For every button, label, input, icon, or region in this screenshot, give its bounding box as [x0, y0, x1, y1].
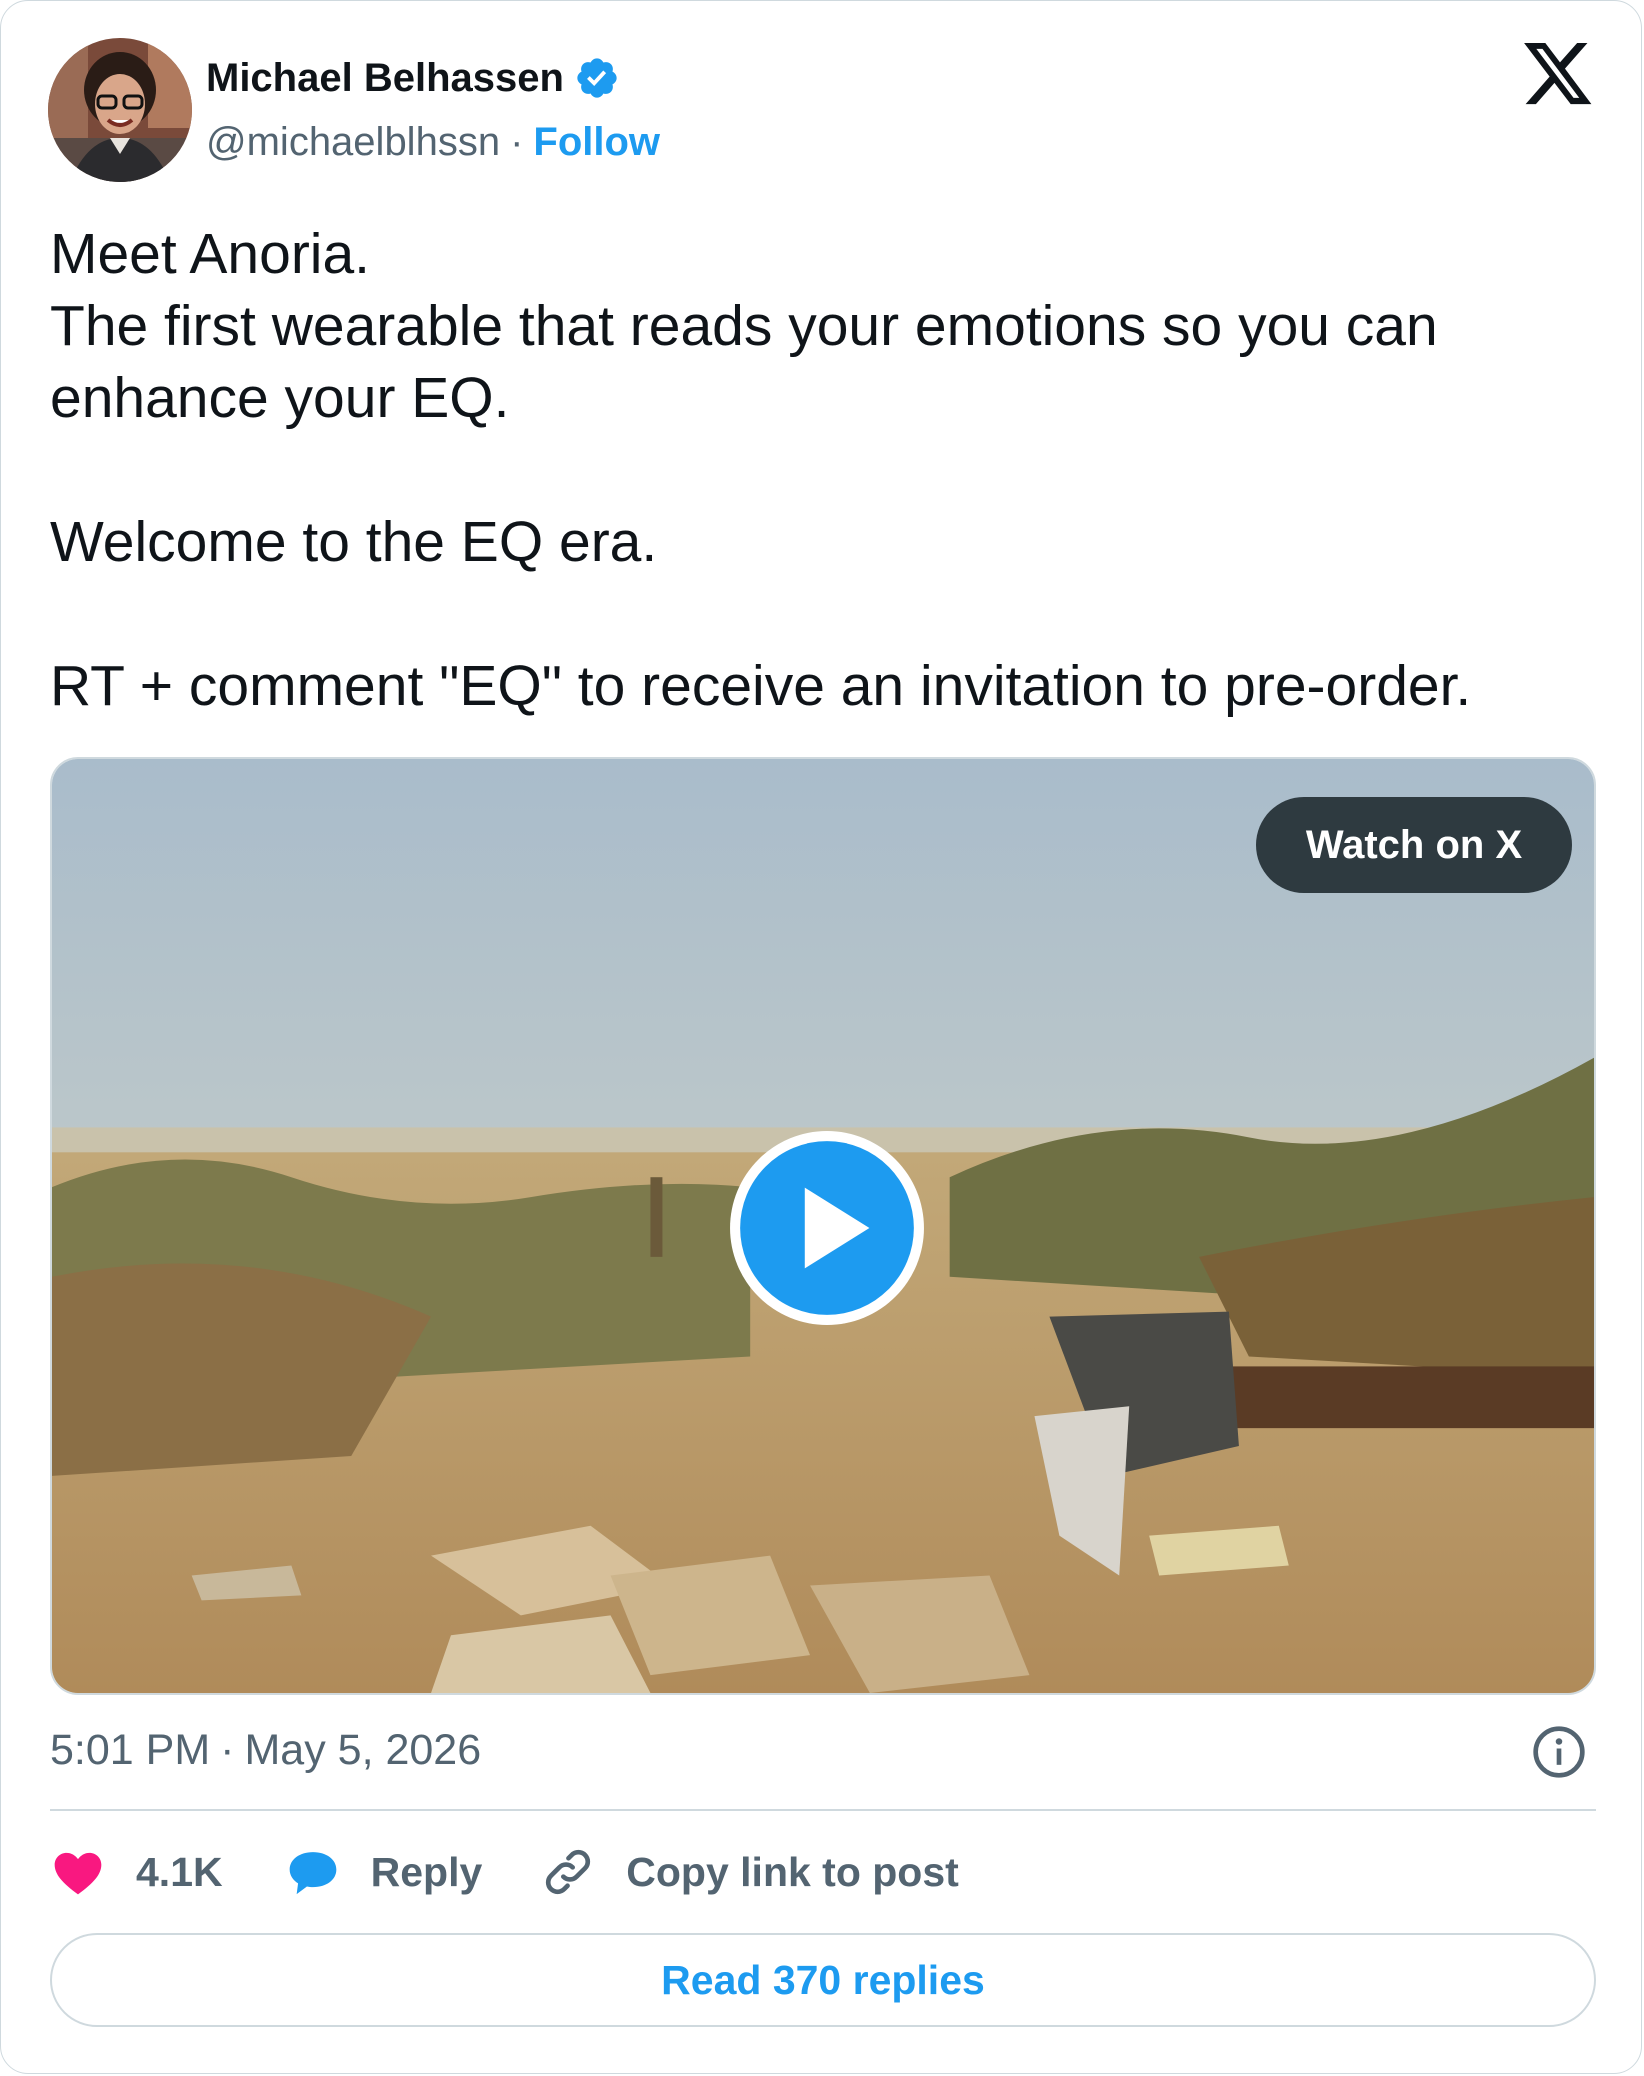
author-name-row: Michael Belhassen: [206, 51, 620, 105]
play-icon[interactable]: [726, 1127, 928, 1329]
copy-link-button[interactable]: Copy link to post: [540, 1844, 959, 1900]
author-handle-row: @michaelblhssn · Follow: [206, 117, 660, 167]
x-logo-icon[interactable]: [1524, 43, 1594, 107]
action-bar: 4.1K Reply Copy link to post: [50, 1839, 959, 1905]
read-replies-button[interactable]: Read 370 replies: [50, 1933, 1596, 2027]
like-count: 4.1K: [136, 1848, 223, 1895]
video-player[interactable]: Watch on X: [50, 757, 1596, 1695]
avatar[interactable]: [48, 38, 192, 182]
separator-dot: ·: [220, 1725, 235, 1774]
post-date: May 5, 2026: [244, 1725, 482, 1774]
info-icon[interactable]: [1531, 1724, 1587, 1780]
watch-on-x-button[interactable]: Watch on X: [1256, 797, 1572, 893]
like-button[interactable]: 4.1K: [50, 1844, 223, 1900]
heart-icon: [54, 1852, 102, 1895]
author-name[interactable]: Michael Belhassen: [206, 56, 564, 101]
divider: [50, 1809, 1596, 1811]
tweet-card: Michael Belhassen @michaelblhssn · Follo…: [0, 0, 1642, 2074]
reply-label: Reply: [370, 1848, 483, 1895]
follow-button[interactable]: Follow: [533, 120, 660, 165]
reply-button[interactable]: Reply: [285, 1844, 483, 1900]
reply-bubble-icon: [289, 1852, 336, 1895]
tweet-text: Meet Anoria. The first wearable that rea…: [50, 222, 1472, 718]
author-handle[interactable]: @michaelblhssn: [206, 120, 500, 165]
separator-dot: ·: [510, 119, 524, 164]
verified-badge-icon: [577, 58, 617, 98]
link-icon: [546, 1849, 591, 1895]
copy-link-label: Copy link to post: [626, 1848, 959, 1895]
post-time: 5:01 PM: [50, 1725, 211, 1774]
timestamp-row[interactable]: 5:01 PM · May 5, 2026: [50, 1721, 481, 1779]
